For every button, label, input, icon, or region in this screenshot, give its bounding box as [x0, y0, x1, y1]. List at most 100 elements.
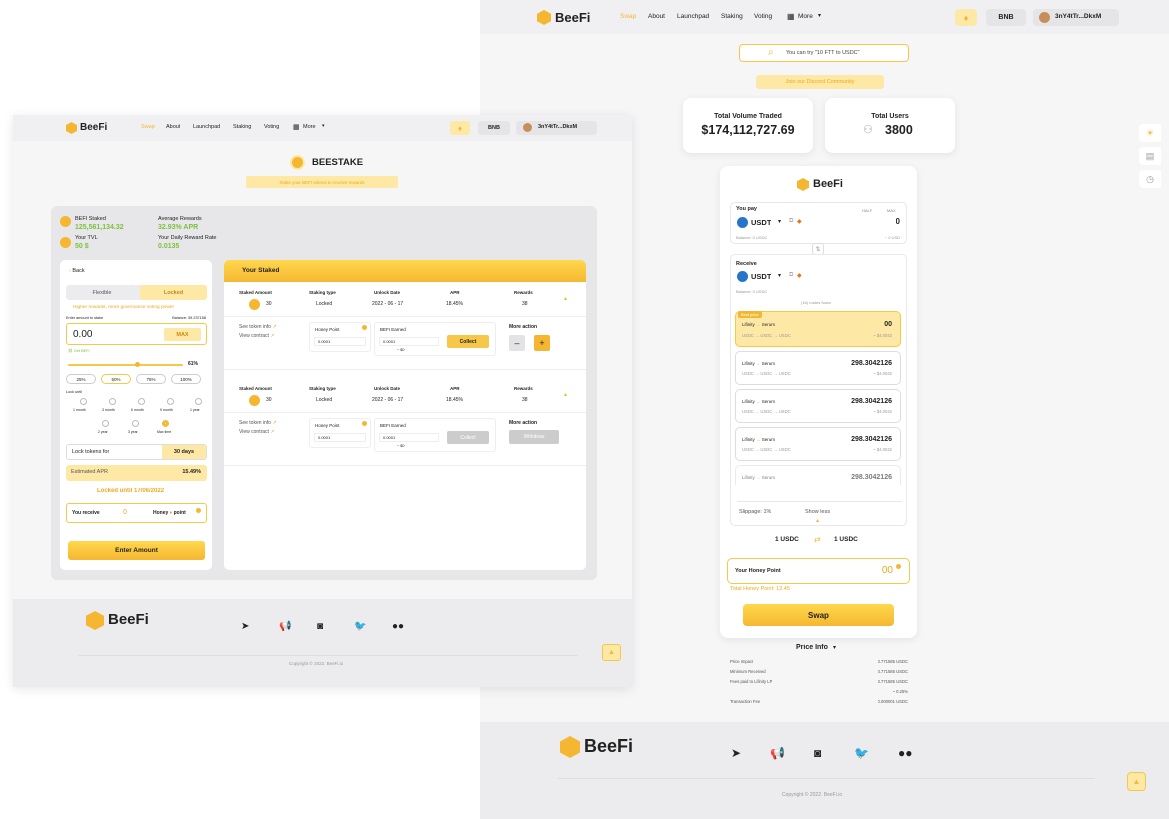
- side-sun-button[interactable]: ☀: [1139, 124, 1161, 142]
- tab-flexible[interactable]: Flexible: [66, 285, 138, 300]
- twitter-icon[interactable]: 🐦: [354, 621, 366, 632]
- pct-50[interactable]: 50%: [101, 374, 131, 384]
- swap-button[interactable]: Swap: [743, 604, 894, 626]
- nav-about[interactable]: About: [166, 124, 180, 130]
- radio-label: 3 month: [102, 408, 115, 412]
- copy-icon[interactable]: ⧉: [789, 272, 793, 279]
- users-value: 3800: [885, 123, 913, 137]
- radio-9-month[interactable]: [167, 398, 174, 405]
- radio-1-month[interactable]: [80, 398, 87, 405]
- show-less-button[interactable]: Show less: [805, 509, 830, 515]
- nav-swap[interactable]: Swap: [620, 13, 636, 20]
- view-contract-link[interactable]: View contract ↗: [239, 429, 275, 435]
- search-input[interactable]: You can try "10 FTT to USDC": [786, 50, 860, 56]
- chevron-down-icon[interactable]: ▾: [833, 644, 836, 651]
- slider-knob[interactable]: [135, 362, 140, 367]
- nav-swap[interactable]: Swap: [141, 124, 155, 130]
- twitter-icon[interactable]: 🐦: [854, 746, 869, 760]
- scroll-top-button[interactable]: ▲: [1127, 772, 1146, 791]
- telegram-icon[interactable]: ➤: [241, 621, 249, 632]
- pay-token[interactable]: USDT: [751, 218, 771, 227]
- pct-25[interactable]: 25%: [66, 374, 96, 384]
- view-contract-link[interactable]: View contract ↗: [239, 333, 275, 339]
- routes-found: (16) routes found: [801, 300, 832, 305]
- wallet-button[interactable]: 3nY4tTr...DkxM: [1033, 9, 1119, 26]
- logo-text[interactable]: BeeFi: [555, 10, 590, 25]
- max-button[interactable]: MAX: [164, 328, 201, 341]
- nav-launchpad[interactable]: Launchpad: [677, 13, 709, 20]
- route-card[interactable]: Lifinity → Serum USDC → USDC → USDC 298.…: [735, 351, 901, 385]
- chevron-up-icon[interactable]: ▴: [564, 295, 567, 302]
- nav-about[interactable]: About: [648, 13, 665, 20]
- route-card[interactable]: Lifinity → Serum USDC → USDC → USDC 298.…: [735, 389, 901, 423]
- medium-icon[interactable]: ●●: [898, 746, 913, 760]
- nav-more[interactable]: More: [303, 124, 316, 130]
- medium-icon[interactable]: ●●: [392, 621, 404, 632]
- nav-staking[interactable]: Staking: [721, 13, 743, 20]
- receive-token[interactable]: USDT: [751, 272, 771, 281]
- discord-button[interactable]: Join our Discord Community: [756, 75, 884, 89]
- plus-button[interactable]: +: [534, 335, 550, 351]
- telegram-icon[interactable]: ➤: [731, 746, 741, 760]
- enter-amount-button[interactable]: Enter Amount: [68, 541, 205, 560]
- radio-3-year[interactable]: [132, 420, 139, 427]
- amount-input[interactable]: 0.00 MAX: [66, 323, 207, 345]
- nav-launchpad[interactable]: Launchpad: [193, 124, 220, 130]
- radio-2-year[interactable]: [102, 420, 109, 427]
- nav-voting[interactable]: Voting: [754, 13, 772, 20]
- see-token-info-link[interactable]: See token info ↗: [239, 420, 277, 426]
- half-button[interactable]: HALF: [862, 208, 872, 213]
- discord-icon[interactable]: ◙: [317, 621, 323, 632]
- chevron-up-icon[interactable]: ▴: [816, 517, 819, 524]
- see-token-info-link[interactable]: See token info ↗: [239, 324, 277, 330]
- logo-text[interactable]: BeeFi: [80, 122, 107, 133]
- megaphone-icon[interactable]: 📢: [279, 621, 291, 632]
- network-button[interactable]: BNB: [478, 121, 510, 135]
- nav-staking[interactable]: Staking: [233, 124, 251, 130]
- amount-slider[interactable]: [68, 362, 183, 367]
- scroll-top-button[interactable]: ▲: [602, 644, 621, 661]
- radio-max-time[interactable]: [162, 420, 169, 427]
- route-provider: Lifinity → Serum: [742, 322, 776, 327]
- network-button[interactable]: BNB: [986, 9, 1026, 26]
- hp-label: Honey Point: [315, 327, 340, 332]
- metamask-icon[interactable]: ◆: [797, 218, 802, 225]
- pct-75[interactable]: 75%: [136, 374, 166, 384]
- metamask-icon[interactable]: ◆: [797, 272, 802, 279]
- get-befi-link[interactable]: ⛓ Get BEFI: [68, 348, 90, 353]
- tab-locked[interactable]: Locked: [140, 285, 207, 300]
- radio-6-month[interactable]: [138, 398, 145, 405]
- slippage-label[interactable]: Slippage: 1%: [739, 509, 771, 515]
- max-button[interactable]: MAX: [887, 208, 896, 213]
- nav-more[interactable]: More: [798, 13, 813, 20]
- side-doc-button[interactable]: ▤: [1139, 147, 1161, 165]
- price-info-toggle[interactable]: Price Info: [796, 644, 828, 651]
- pay-amount[interactable]: 0: [896, 217, 900, 226]
- theme-toggle[interactable]: ♦: [450, 121, 470, 135]
- rewards-value: 38: [522, 397, 528, 403]
- collect-button[interactable]: Collect: [447, 335, 489, 348]
- back-button[interactable]: ‹ Back: [69, 268, 85, 274]
- side-history-button[interactable]: ◷: [1139, 170, 1161, 188]
- route-card[interactable]: Lifinity → Serum 298.3042126: [735, 465, 901, 485]
- swap-rate-icon[interactable]: ⇄: [814, 535, 821, 544]
- megaphone-icon[interactable]: 📢: [770, 746, 785, 760]
- route-card[interactable]: Best price Lifinity → Serum USDC → USDC …: [735, 311, 901, 347]
- collect-button[interactable]: Collect: [447, 431, 489, 444]
- chevron-down-icon[interactable]: ▾: [778, 218, 781, 225]
- wallet-button[interactable]: 3nY4tTr...DkxM: [516, 121, 597, 135]
- route-card[interactable]: Lifinity → Serum USDC → USDC → USDC 298.…: [735, 427, 901, 461]
- minus-button[interactable]: –: [509, 335, 525, 351]
- search-box[interactable]: ⌕ You can try "10 FTT to USDC": [739, 44, 909, 62]
- withdraw-button[interactable]: Withdraw: [509, 430, 559, 444]
- chevron-up-icon[interactable]: ▴: [564, 391, 567, 398]
- lock-value[interactable]: 30 days: [162, 445, 206, 459]
- nav-voting[interactable]: Voting: [264, 124, 279, 130]
- theme-toggle[interactable]: ♦: [955, 9, 977, 26]
- chevron-down-icon[interactable]: ▾: [778, 272, 781, 279]
- radio-1-year[interactable]: [195, 398, 202, 405]
- discord-icon[interactable]: ◙: [814, 746, 821, 760]
- radio-3-month[interactable]: [109, 398, 116, 405]
- copy-icon[interactable]: ⧉: [789, 218, 793, 225]
- pct-100[interactable]: 100%: [171, 374, 201, 384]
